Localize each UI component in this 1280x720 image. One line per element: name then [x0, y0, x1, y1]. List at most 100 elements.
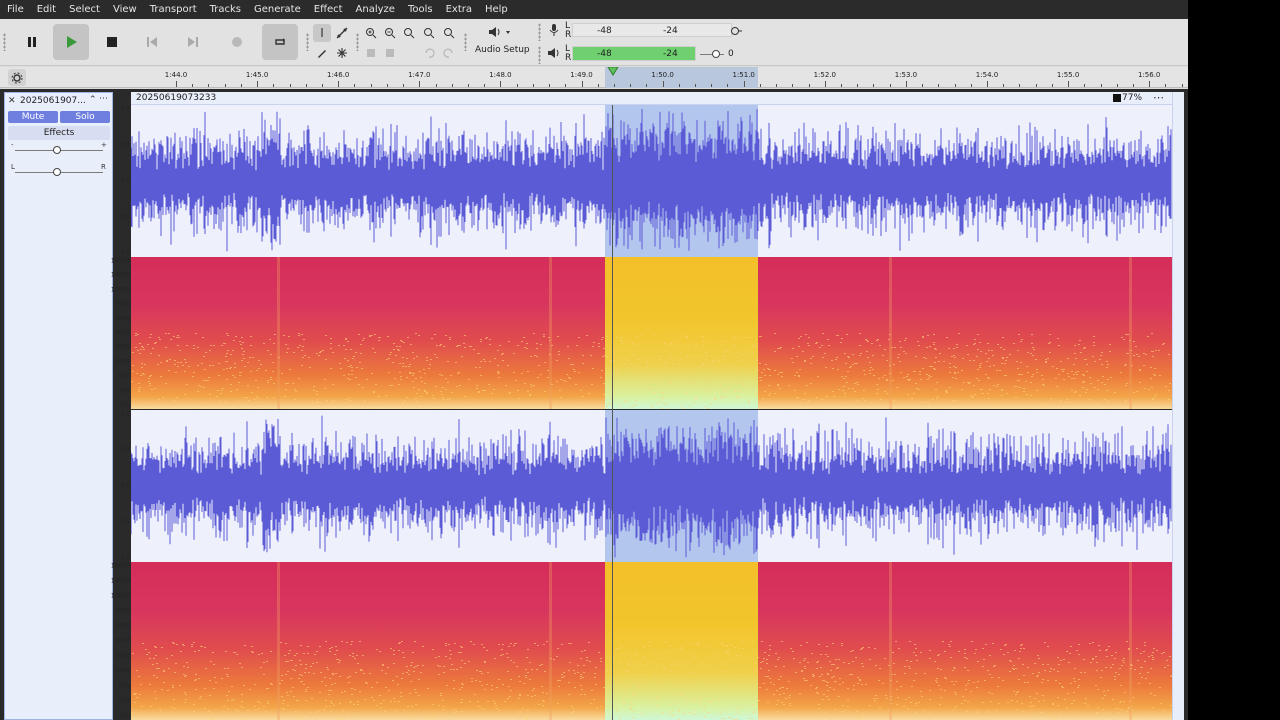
record-button[interactable]: [219, 24, 255, 60]
redo-icon: [443, 48, 453, 58]
menu-extra[interactable]: Extra: [439, 0, 478, 19]
rec-meter-grip[interactable]: [538, 23, 541, 41]
ruler-minor-tick: [289, 84, 291, 87]
fit-project-button[interactable]: [420, 24, 438, 42]
multi-tool-button[interactable]: [333, 44, 351, 62]
loop-icon: [275, 38, 285, 45]
track-name[interactable]: 2025061907...: [20, 96, 90, 106]
gain-slider[interactable]: [53, 146, 61, 154]
clip-header[interactable]: 20250619073233 77% ⋯: [131, 91, 1172, 105]
loop-button[interactable]: [262, 24, 298, 60]
ruler-minor-tick: [1132, 84, 1134, 87]
ruler-minor-tick: [873, 84, 875, 87]
clip-color-swatch: [1113, 94, 1121, 102]
play-meter-grip[interactable]: [538, 46, 541, 64]
ruler-minor-tick: [1035, 84, 1037, 87]
ruler-tick: [419, 81, 421, 87]
pause-button[interactable]: [14, 24, 50, 60]
menu-file[interactable]: File: [0, 0, 30, 19]
redo-button[interactable]: [440, 44, 458, 62]
undo-icon: [425, 48, 435, 58]
record-meter[interactable]: [572, 23, 732, 37]
playhead-icon[interactable]: [607, 67, 619, 76]
ruler-tick-label: 1:44.0: [164, 71, 188, 79]
draw-tool-button[interactable]: [313, 44, 331, 62]
vertical-scrollbar[interactable]: [1172, 92, 1184, 720]
menu-view[interactable]: View: [106, 0, 143, 19]
play-button[interactable]: [53, 24, 89, 60]
close-track-icon[interactable]: ✕: [8, 96, 16, 106]
tools-grip[interactable]: [306, 33, 309, 51]
clip-name: 20250619073233: [136, 93, 217, 103]
scale-label: 0.0: [120, 177, 130, 185]
skip-end-button[interactable]: [175, 24, 211, 60]
ruler-minor-tick: [549, 84, 550, 87]
scale-label: 19000: [110, 257, 130, 265]
playback-volume-slider[interactable]: [712, 50, 720, 58]
ruler-minor-tick: [792, 84, 794, 87]
toolbar-grip[interactable]: [3, 33, 6, 51]
ruler-minor-tick: [403, 84, 404, 87]
menu-generate[interactable]: Generate: [247, 0, 307, 19]
ruler-minor-tick: [646, 84, 648, 87]
waveform-channel-right[interactable]: [131, 410, 1172, 562]
menu-select[interactable]: Select: [62, 0, 106, 19]
menu-transport[interactable]: Transport: [143, 0, 203, 19]
mute-button[interactable]: Mute: [8, 111, 58, 123]
ruler-minor-tick: [354, 84, 356, 87]
microphone-icon[interactable]: [548, 23, 560, 37]
menu-edit[interactable]: Edit: [30, 0, 62, 19]
menu-effect[interactable]: Effect: [307, 0, 349, 19]
spectrogram-transient: [889, 562, 892, 720]
ruler-minor-tick: [613, 84, 615, 87]
trim-icon: [367, 49, 375, 57]
spectrogram-channel-right[interactable]: [131, 562, 1172, 720]
ruler-minor-tick: [1084, 84, 1086, 87]
menu-help[interactable]: Help: [478, 0, 514, 19]
audio-setup-button[interactable]: Audio Setup: [471, 23, 533, 61]
silence-button[interactable]: [381, 44, 399, 62]
ruler-minor-tick: [630, 84, 632, 87]
ruler-tick: [743, 81, 745, 87]
wave-scale-top: 1.0 0.5 0.0 -0.5 -1.0: [113, 105, 131, 257]
zoom-out-button[interactable]: [381, 24, 399, 42]
trim-outside-button[interactable]: [362, 44, 380, 62]
track-menu-icon[interactable]: ⋯: [99, 94, 108, 104]
spectrogram-transient: [549, 562, 552, 720]
spectrogram-speckle: [131, 333, 1171, 409]
pan-slider[interactable]: [53, 168, 61, 176]
scale-label: 7000: [114, 607, 130, 615]
timeline-ruler[interactable]: 1:44.0 1:45.0 1:46.0 1:47.0 1:48.0 1:49.0 1:50…: [0, 67, 1188, 88]
fit-selection-button[interactable]: [400, 24, 418, 42]
envelope-tool-button[interactable]: [333, 24, 351, 42]
stop-button[interactable]: [94, 24, 130, 60]
ruler-minor-tick: [224, 84, 226, 87]
edit-grip[interactable]: [356, 33, 359, 51]
ruler-minor-tick: [1165, 84, 1167, 87]
record-icon: [232, 37, 242, 47]
timeline-options-button[interactable]: [8, 69, 26, 86]
undo-button[interactable]: [420, 44, 438, 62]
ruler-tick: [581, 81, 583, 87]
collapse-track-icon[interactable]: ⌃: [89, 95, 97, 105]
zoom-in-button[interactable]: [362, 24, 380, 42]
play-meter-r: R: [565, 53, 572, 63]
effects-button[interactable]: Effects: [8, 126, 110, 140]
waveform-channel-left[interactable]: [131, 105, 1172, 257]
device-grip[interactable]: [464, 33, 467, 51]
spectrogram-channel-left[interactable]: [131, 257, 1172, 409]
menu-analyze[interactable]: Analyze: [349, 0, 401, 19]
clip-menu-icon[interactable]: ⋯: [1153, 91, 1164, 104]
ruler-minor-tick: [565, 84, 567, 87]
skip-start-button[interactable]: [134, 24, 170, 60]
zoom-out-icon: [385, 28, 396, 39]
ruler-minor-tick: [922, 84, 924, 87]
menu-tracks[interactable]: Tracks: [203, 0, 247, 19]
menu-tools[interactable]: Tools: [401, 0, 439, 19]
solo-button[interactable]: Solo: [60, 111, 110, 123]
ruler-minor-tick: [273, 84, 275, 87]
speaker-icon[interactable]: [547, 47, 561, 59]
selection-tool-button[interactable]: I: [313, 24, 331, 42]
zoom-toggle-button[interactable]: [440, 24, 458, 42]
menu-bar: File Edit Select View Transport Tracks Generat…: [0, 0, 1188, 19]
